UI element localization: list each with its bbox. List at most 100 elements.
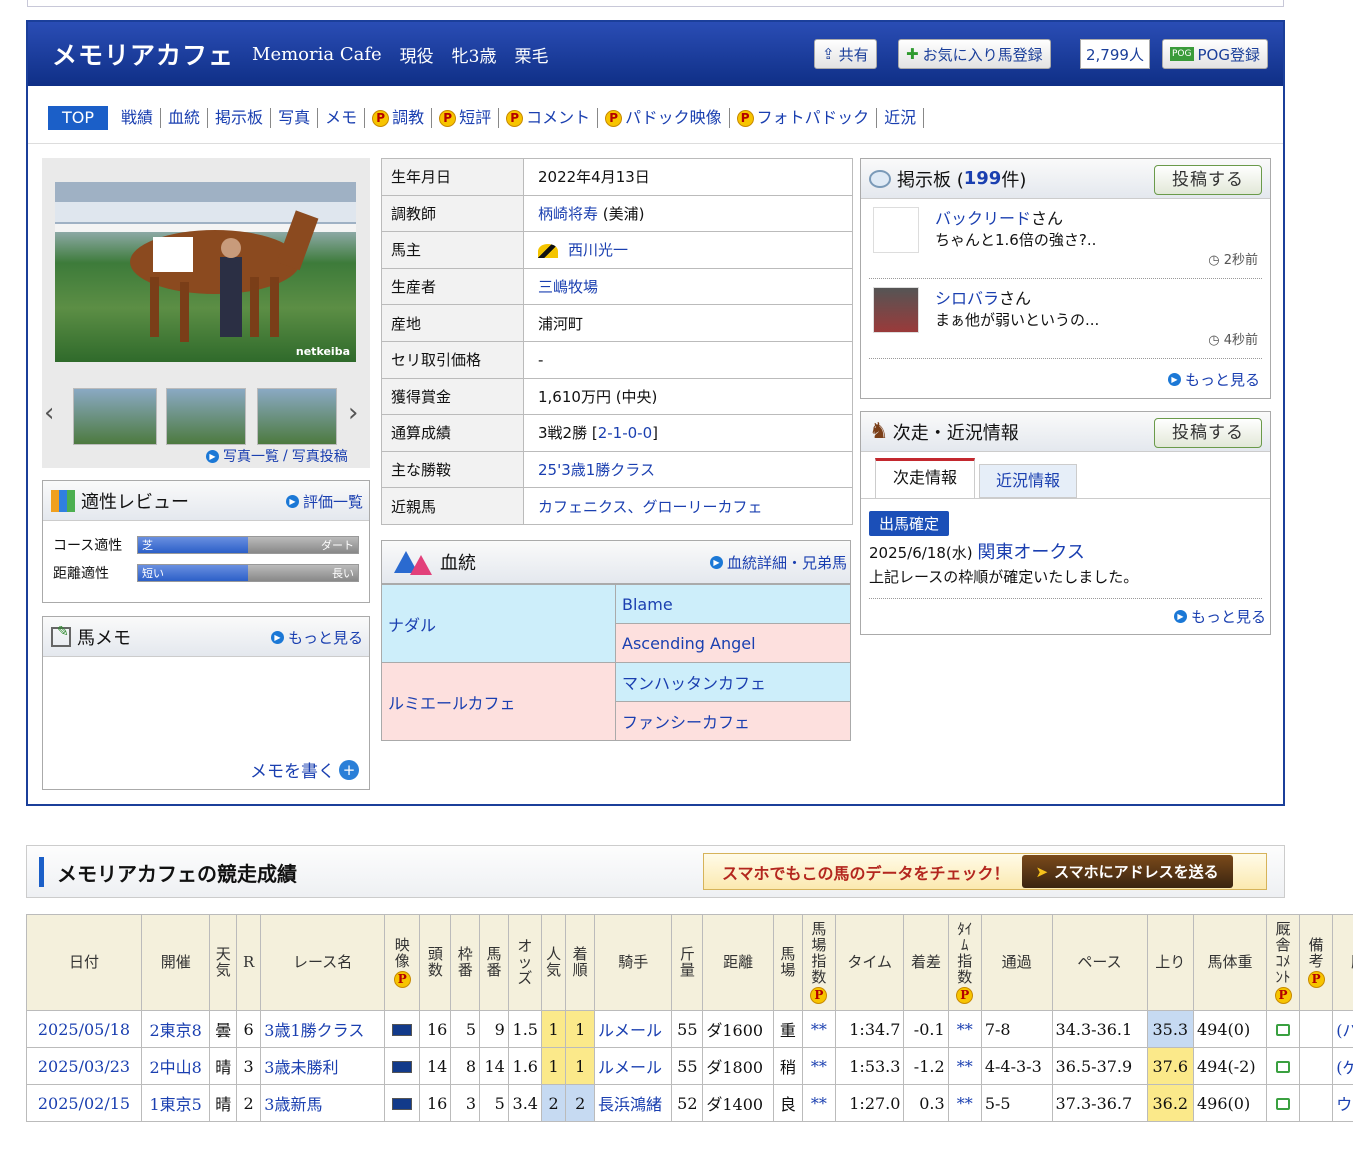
next-race-name[interactable]: 関東オークス <box>977 542 1084 563</box>
results-cell[interactable]: 2025/03/23 <box>26 1047 142 1085</box>
cell-value[interactable]: (パイシャオピン) <box>1336 1021 1353 1040</box>
cell-value[interactable]: 3歳新馬 <box>264 1095 322 1114</box>
results-cell[interactable]: 3歳1勝クラス <box>260 1010 386 1048</box>
video-icon[interactable] <box>392 1098 413 1110</box>
nav-tab-11[interactable]: 近況 <box>877 108 925 128</box>
horse-profile-frame: メモリアカフェ Memoria Cafe 現役 牝3歳 栗毛 ⇪ 共有 ✚ お気に入… <box>26 20 1285 806</box>
bbs-more-link[interactable]: ▶ もっと見る <box>1167 369 1260 390</box>
photo-thumb-1[interactable] <box>73 388 157 445</box>
bbs-post-button[interactable]: 投稿する <box>1154 165 1262 195</box>
comment-icon[interactable] <box>1276 1024 1290 1036</box>
nav-tab-10[interactable]: P フォトパドック <box>730 108 878 128</box>
nav-tab-1[interactable]: 戦績 <box>114 108 162 128</box>
cell-value[interactable]: ルメール <box>598 1021 662 1040</box>
profile-value-text[interactable]: カフェニクス、グローリーカフェ <box>538 498 763 516</box>
sp-send-button[interactable]: ➤ スマホにアドレスを送る <box>1021 855 1233 888</box>
tab-next-info[interactable]: 次走情報 <box>875 458 975 498</box>
profile-value-text[interactable]: 三嶋牧場 <box>538 278 598 296</box>
bbs-post-text[interactable]: まぁ他が弱いというの... <box>935 309 1099 330</box>
video-icon[interactable] <box>392 1024 413 1036</box>
record-link[interactable]: 2-1-0-0 <box>598 424 652 442</box>
pedigree-sire-sire[interactable]: Blame <box>615 584 851 624</box>
results-cell[interactable]: 2中山8 <box>140 1047 211 1085</box>
cell-value[interactable]: 2025/03/23 <box>38 1057 130 1076</box>
cell-value[interactable]: ウイントワイライト <box>1336 1095 1353 1114</box>
nav-tab-3[interactable]: 掲示板 <box>208 108 272 128</box>
sp-banner[interactable]: スマホでもこの馬のデータをチェック！ ➤ スマホにアドレスを送る <box>703 853 1267 890</box>
cell-value[interactable]: 2東京8 <box>150 1021 202 1040</box>
video-icon[interactable] <box>392 1061 413 1073</box>
pedigree-dam[interactable]: ルミエールカフェ <box>381 662 616 741</box>
comment-icon[interactable] <box>1276 1061 1290 1073</box>
cell-value[interactable]: 2025/05/18 <box>38 1020 130 1039</box>
aptitude-bar: 芝ダート <box>137 536 359 554</box>
nav-tab-4[interactable]: 写真 <box>271 108 319 128</box>
pedigree-dam-dam[interactable]: ファンシーカフェ <box>615 701 851 741</box>
results-cell[interactable]: (ゲンパチルーナ) <box>1332 1047 1353 1085</box>
results-cell[interactable]: ルメール <box>594 1047 673 1085</box>
results-cell[interactable]: 長浜鴻緒 <box>594 1084 673 1122</box>
profile-row: 主な勝鞍 25'3歳1勝クラス <box>381 450 853 489</box>
tab-recent-info[interactable]: 近況情報 <box>979 464 1077 498</box>
aptitude-row: コース適性芝ダート <box>53 531 359 559</box>
cell-value[interactable]: 3歳1勝クラス <box>264 1021 364 1040</box>
cell-value[interactable]: 3歳未勝利 <box>264 1058 338 1077</box>
photo-prev-arrow[interactable]: ‹ <box>44 398 54 428</box>
pog-button[interactable]: POG POG登録 <box>1162 39 1268 69</box>
cell-value[interactable]: 2中山8 <box>150 1058 202 1077</box>
profile-value-text[interactable]: 25'3歳1勝クラス <box>538 461 655 479</box>
nav-tab-7[interactable]: P 短評 <box>432 108 500 128</box>
photo-next-arrow[interactable]: › <box>348 398 358 428</box>
bbs-user-link[interactable]: バックリード <box>935 209 1031 228</box>
aptitude-list-link[interactable]: ▶ 評価一覧 <box>285 491 363 512</box>
profile-value-text[interactable]: 柄崎将寿 <box>538 205 598 223</box>
bbs-user-link[interactable]: シロバラ <box>935 289 999 308</box>
cell-value[interactable]: 2025/02/15 <box>38 1094 130 1113</box>
comment-icon[interactable] <box>1276 1098 1290 1110</box>
nav-tab-5[interactable]: メモ <box>318 108 366 128</box>
photo-post-link[interactable]: 写真投稿 <box>292 446 348 466</box>
photo-thumb-3[interactable] <box>257 388 337 445</box>
cell-value[interactable]: 1東京5 <box>150 1095 202 1114</box>
cell-value[interactable]: ルメール <box>598 1058 662 1077</box>
main-horse-photo[interactable]: netkeiba <box>55 182 356 362</box>
bbs-count[interactable]: 199 <box>964 168 1002 189</box>
results-cell[interactable]: 3歳新馬 <box>260 1084 386 1122</box>
results-cell[interactable]: 2025/05/18 <box>26 1010 142 1048</box>
pedigree-sire[interactable]: ナダル <box>381 584 616 663</box>
pedigree-dam-sire[interactable]: マンハッタンカフェ <box>615 662 851 702</box>
cell-value[interactable]: 長浜鴻緒 <box>598 1095 662 1114</box>
results-cell[interactable]: ルメール <box>594 1010 673 1048</box>
profile-value-text[interactable]: 西川光一 <box>568 241 628 259</box>
nav-tab-2[interactable]: 血統 <box>161 108 209 128</box>
photo-list-link[interactable]: 写真一覧 <box>223 446 279 466</box>
next-race-more-link[interactable]: ▶ もっと見る <box>1173 606 1266 627</box>
cell-value[interactable]: (ゲンパチルーナ) <box>1336 1058 1353 1077</box>
next-race-post-button[interactable]: 投稿する <box>1154 418 1262 448</box>
pedigree-sire-dam[interactable]: Ascending Angel <box>615 623 851 663</box>
results-cell[interactable]: ウイントワイライト <box>1332 1084 1353 1122</box>
header-label: 着差 <box>911 953 942 971</box>
results-cell[interactable]: 1東京5 <box>140 1084 211 1122</box>
share-button[interactable]: ⇪ 共有 <box>814 39 877 69</box>
nav-tab-9[interactable]: P パドック映像 <box>598 108 730 128</box>
nav-tab-0[interactable]: TOP <box>48 106 109 130</box>
results-cell: 稍 <box>773 1047 803 1085</box>
results-cell[interactable]: 2東京8 <box>140 1010 211 1048</box>
bbs-post-text[interactable]: ちゃんと1.6倍の強さ?.. <box>935 229 1096 250</box>
results-header-cell: 備考 P <box>1299 914 1334 1011</box>
results-cell[interactable]: 3歳未勝利 <box>260 1047 386 1085</box>
nav-tab-8[interactable]: P コメント <box>499 108 599 128</box>
memo-more-link[interactable]: ▶ もっと見る <box>270 627 363 648</box>
memo-write-link[interactable]: メモを書く + <box>250 757 359 782</box>
favorite-button[interactable]: ✚ お気に入り馬登録 <box>898 39 1051 69</box>
cell-value: 3.4 <box>512 1093 538 1113</box>
results-cell[interactable]: (パイシャオピン) <box>1332 1010 1353 1048</box>
nav-tab-6[interactable]: P 調教 <box>365 108 433 128</box>
results-header-cell: 距離 <box>702 914 775 1011</box>
results-row: 2025/03/23 2中山8 晴 3 3歳未勝利 14 8 14 1.6 1 1 ルメール 55 ダ18… <box>26 1047 1353 1085</box>
profile-value: カフェニクス、グローリーカフェ <box>523 487 853 525</box>
photo-thumb-2[interactable] <box>166 388 246 445</box>
pedigree-detail-link[interactable]: ▶ 血統詳細・兄弟馬 <box>709 552 847 573</box>
results-cell[interactable]: 2025/02/15 <box>26 1084 142 1122</box>
